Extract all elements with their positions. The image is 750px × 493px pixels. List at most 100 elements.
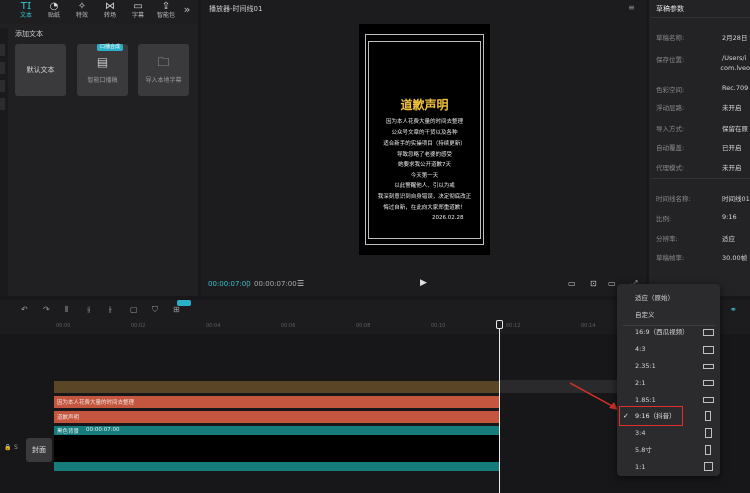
highlight-box bbox=[619, 406, 683, 426]
split-icon[interactable]: ⫴ bbox=[65, 305, 68, 315]
import-subtitle-card[interactable]: 🗀 导入本地字幕 bbox=[138, 44, 189, 96]
ratio-option-original[interactable]: 适应（原始） bbox=[617, 290, 720, 307]
square-ratio-icon bbox=[704, 462, 713, 471]
text-clip[interactable]: 因为本人花费大量的时间去整理 bbox=[54, 396, 500, 408]
wide-ratio-icon bbox=[703, 364, 714, 369]
video-line: 她要求我公开道歉7天 bbox=[398, 162, 451, 168]
rail-marker bbox=[0, 62, 5, 74]
video-clip-time: 00:00:07:00 bbox=[86, 427, 120, 433]
param-row: 草稿名称: 2月28日 bbox=[656, 34, 748, 42]
param-row: 导入方式: 保留在原 bbox=[656, 125, 748, 133]
player-title: 播放器-时间线01 bbox=[209, 5, 263, 13]
playhead[interactable] bbox=[499, 321, 500, 493]
track-toggle-icon[interactable]: S bbox=[14, 444, 18, 451]
total-time: 00:00:07:00 bbox=[254, 280, 297, 288]
link-icon[interactable]: ⚭ bbox=[730, 305, 737, 314]
wide-ratio-icon bbox=[703, 346, 714, 354]
tall-ratio-icon bbox=[705, 411, 711, 421]
tab-package[interactable]: ⇪ 智能包 bbox=[152, 0, 180, 24]
sticker-icon: ◔ bbox=[49, 1, 59, 12]
video-clip-name: 黑色背景 bbox=[57, 429, 80, 435]
param-row: 分辨率: 适应 bbox=[656, 235, 735, 243]
crop-icon[interactable]: ⊡ bbox=[590, 279, 597, 288]
video-line: 适合新手的实操项目（持续更新） bbox=[383, 141, 466, 147]
play-button[interactable]: ▶ bbox=[420, 278, 427, 288]
param-row: 浮动层路: 未开启 bbox=[656, 104, 742, 112]
video-title: 道歉声明 bbox=[400, 98, 449, 112]
shield-icon[interactable]: ⛉ bbox=[152, 305, 158, 315]
undo-icon[interactable]: ↶ bbox=[21, 305, 28, 314]
ruler-tick: 00:12 bbox=[506, 323, 521, 329]
tab-sticker[interactable]: ◔ 贴纸 bbox=[40, 0, 68, 24]
rail-marker bbox=[0, 80, 5, 92]
wide-ratio-icon bbox=[703, 397, 714, 403]
subtitle-icon: ▭ bbox=[133, 1, 143, 12]
delete-icon[interactable]: ▢ bbox=[130, 305, 138, 314]
ruler-tick: 00:00 bbox=[56, 323, 71, 329]
tall-ratio-icon bbox=[705, 428, 712, 438]
caption-icon[interactable]: ⊞ bbox=[173, 305, 180, 314]
redo-icon[interactable]: ↷ bbox=[43, 305, 50, 314]
tab-transition[interactable]: ⋈ 转场 bbox=[96, 0, 124, 24]
params-title: 草稿参数 bbox=[656, 5, 684, 13]
param-row: 时间线名称: 时间线01 bbox=[656, 195, 750, 203]
current-time: 00:00:07:00 bbox=[208, 280, 251, 288]
ratio-icon[interactable]: ▭ bbox=[608, 279, 616, 288]
ruler-tick: 00:04 bbox=[206, 323, 221, 329]
new-badge bbox=[177, 300, 191, 306]
fit-icon[interactable]: ▭ bbox=[568, 279, 576, 288]
split-right-icon[interactable]: ⫲ bbox=[109, 305, 112, 315]
time-separator: | bbox=[246, 280, 249, 288]
param-row: 代理模式: 未开启 bbox=[656, 164, 742, 172]
video-line: 悔过自新，在此向大家郑重道歉！ bbox=[383, 205, 466, 211]
ruler-tick: 00:08 bbox=[356, 323, 371, 329]
ruler-tick: 00:06 bbox=[281, 323, 296, 329]
param-row: 比例: 9:16 bbox=[656, 213, 737, 223]
rail-marker bbox=[0, 44, 5, 56]
lock-icon[interactable]: 🔒 bbox=[4, 444, 11, 451]
video-clip[interactable] bbox=[54, 426, 500, 471]
ratio-option-custom[interactable]: 自定义 bbox=[617, 307, 720, 324]
param-row: 色彩空间: Rec.709 bbox=[656, 84, 749, 94]
cover-button[interactable]: 封面 bbox=[26, 438, 52, 462]
effect-clip[interactable] bbox=[54, 381, 500, 393]
package-icon: ⇪ bbox=[161, 1, 171, 12]
annotation-arrow bbox=[569, 382, 618, 410]
param-row: com.lveo bbox=[720, 64, 750, 72]
feature-badge: 口播合成 bbox=[97, 44, 124, 51]
split-left-icon[interactable]: ⫳ bbox=[87, 305, 90, 315]
document-icon: ▤ bbox=[96, 55, 109, 69]
video-line: 今天第一天 bbox=[410, 173, 439, 179]
tall-ratio-icon bbox=[705, 445, 711, 455]
divider bbox=[651, 178, 750, 179]
video-line: 公众号文章的干货以及各种 bbox=[391, 130, 458, 136]
default-text-card[interactable]: 默认文本 bbox=[15, 44, 66, 96]
menu-icon[interactable]: ≡ bbox=[628, 3, 635, 12]
tab-text[interactable]: T𝖨 文本 bbox=[12, 0, 40, 24]
video-line: 导致忽略了老婆的感受 bbox=[396, 152, 452, 158]
param-row: 保存位置:/Users/i bbox=[656, 54, 747, 64]
param-row: 草稿帧率: 30.00帧 bbox=[656, 254, 748, 262]
section-title: 添加文本 bbox=[15, 30, 43, 38]
more-tabs-button[interactable]: » bbox=[180, 0, 194, 24]
smart-script-card[interactable]: ▤ 智能口播稿 bbox=[77, 44, 128, 96]
effects-icon: ✧ bbox=[77, 1, 87, 12]
title-clip[interactable]: 道歉声明 bbox=[54, 411, 500, 423]
video-date: 2026.02.28 bbox=[432, 215, 464, 221]
video-line: 因为本人花费大量的时间去整理 bbox=[385, 119, 463, 125]
divider bbox=[651, 17, 750, 18]
video-line: 以此警醒他人、引以为戒 bbox=[394, 183, 455, 189]
ruler-tick: 00:10 bbox=[431, 323, 446, 329]
ruler-tick: 00:14 bbox=[581, 323, 596, 329]
wide-ratio-icon bbox=[703, 380, 714, 386]
wide-ratio-icon bbox=[703, 329, 714, 336]
playhead-handle[interactable] bbox=[496, 320, 503, 329]
tab-effects[interactable]: ✧ 特效 bbox=[68, 0, 96, 24]
rail-marker bbox=[0, 98, 5, 110]
param-row: 自动覆盖: 已开启 bbox=[656, 144, 742, 152]
folder-icon: 🗀 bbox=[157, 55, 170, 69]
text-icon: T𝖨 bbox=[20, 1, 32, 12]
list-icon[interactable]: ☰ bbox=[297, 279, 304, 288]
media-toolbar: T𝖨 文本 ◔ 贴纸 ✧ 特效 ⋈ 转场 ▭ 字幕 ⇪ 智能包 » bbox=[0, 0, 198, 24]
tab-subtitle[interactable]: ▭ 字幕 bbox=[124, 0, 152, 24]
